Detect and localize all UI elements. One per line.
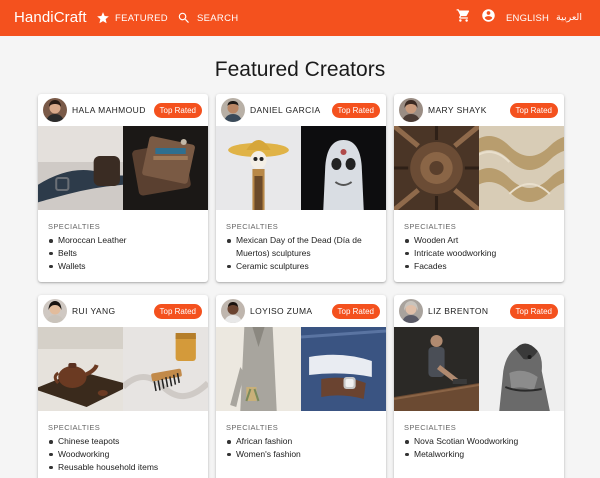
featured-nav-label: FEATURED: [115, 12, 168, 24]
specialty-item: Women's fashion: [226, 448, 376, 461]
top-rated-badge[interactable]: Top Rated: [153, 103, 202, 118]
search-nav-button[interactable]: SEARCH: [177, 8, 238, 28]
creator-name: RUI YANG: [72, 306, 116, 316]
star-icon: [96, 11, 110, 25]
specialties-label: SPECIALTIES: [404, 222, 457, 231]
specialties-list: Wooden Art Intricate woodworking Facades: [404, 234, 554, 272]
card-header: RUI YANG Top Rated: [38, 295, 208, 327]
language-arabic-button[interactable]: العربية: [556, 12, 582, 23]
specialty-item: Belts: [48, 247, 198, 260]
card-body: SPECIALTIES Wooden Art Intricate woodwor…: [394, 210, 564, 272]
product-photo-coat[interactable]: [216, 327, 301, 411]
specialties-list: Mexican Day of the Dead (Día de Muertos)…: [226, 234, 376, 272]
product-photo-teapot[interactable]: [38, 327, 123, 411]
specialty-item: Reusable household items: [48, 461, 198, 474]
specialties-label: SPECIALTIES: [226, 222, 279, 231]
card-body: SPECIALTIES African fashion Women's fash…: [216, 411, 386, 461]
specialties-label: SPECIALTIES: [48, 423, 101, 432]
cart-button[interactable]: [453, 8, 473, 28]
specialty-item: Facades: [404, 260, 554, 273]
top-rated-badge[interactable]: Top Rated: [509, 103, 558, 118]
app-bar: HandiCraft FEATURED SEARCH ENGLISH العرب…: [0, 0, 600, 36]
specialty-item: Wooden Art: [404, 234, 554, 247]
product-photos: [394, 327, 564, 411]
creator-card[interactable]: MARY SHAYK Top Rated SPECIALTIES Wooden …: [394, 94, 564, 282]
card-header: LIZ BRENTON Top Rated: [394, 295, 564, 327]
product-photos: [216, 327, 386, 411]
search-nav-label: SEARCH: [197, 12, 239, 24]
product-photo-facade[interactable]: [479, 126, 564, 210]
specialty-item: Mexican Day of the Dead (Día de Muertos)…: [226, 234, 376, 260]
specialty-item: Metalworking: [404, 448, 554, 461]
specialty-item: African fashion: [226, 435, 376, 448]
specialties-label: SPECIALTIES: [404, 423, 457, 432]
specialty-item: Nova Scotian Woodworking: [404, 435, 554, 448]
creator-card[interactable]: LIZ BRENTON Top Rated SPECIALTIES Nova S…: [394, 295, 564, 478]
creator-name: LIZ BRENTON: [428, 306, 489, 316]
product-photos: [38, 327, 208, 411]
card-body: SPECIALTIES Nova Scotian Woodworking Met…: [394, 411, 564, 461]
avatar: [221, 98, 245, 122]
search-icon: [177, 11, 191, 25]
creator-name: DANIEL GARCIA: [250, 105, 321, 115]
specialty-item: Ceramic sculptures: [226, 260, 376, 273]
top-rated-badge[interactable]: Top Rated: [331, 304, 380, 319]
creator-card[interactable]: DANIEL GARCIA Top Rated SPECIALTIES Mexi…: [216, 94, 386, 282]
specialties-label: SPECIALTIES: [48, 222, 101, 231]
avatar: [43, 98, 67, 122]
creator-name: MARY SHAYK: [428, 105, 487, 115]
shopping-cart-icon: [456, 8, 471, 28]
top-rated-badge[interactable]: Top Rated: [153, 304, 202, 319]
card-header: LOYISO ZUMA Top Rated: [216, 295, 386, 327]
product-photo-carving[interactable]: [394, 126, 479, 210]
product-photos: [216, 126, 386, 210]
brand-title[interactable]: HandiCraft: [14, 9, 87, 26]
card-body: SPECIALTIES Chinese teapots Woodworking …: [38, 411, 208, 473]
product-photos: [38, 126, 208, 210]
avatar: [399, 98, 423, 122]
product-photo-belt[interactable]: [38, 126, 123, 210]
creator-name: LOYISO ZUMA: [250, 306, 313, 316]
avatar: [221, 299, 245, 323]
avatar: [43, 299, 67, 323]
specialty-item: Moroccan Leather: [48, 234, 198, 247]
card-header: DANIEL GARCIA Top Rated: [216, 94, 386, 126]
creator-card[interactable]: LOYISO ZUMA Top Rated SPECIALTIES Africa…: [216, 295, 386, 478]
specialty-item: Chinese teapots: [48, 435, 198, 448]
card-header: HALA MAHMOUD Top Rated: [38, 94, 208, 126]
account-button[interactable]: [478, 8, 498, 28]
specialty-item: Woodworking: [48, 448, 198, 461]
page-title: Featured Creators: [214, 58, 386, 81]
product-photo-brush[interactable]: [123, 327, 208, 411]
creator-card[interactable]: RUI YANG Top Rated SPECIALTIES Chinese t…: [38, 295, 208, 478]
product-photo-shirt-watch[interactable]: [301, 327, 386, 411]
product-photo-workshop[interactable]: [394, 327, 479, 411]
product-photo-catrina[interactable]: [216, 126, 301, 210]
specialty-item: Wallets: [48, 260, 198, 273]
creator-card[interactable]: HALA MAHMOUD Top Rated SPECIALTIES Moroc…: [38, 94, 208, 282]
product-photos: [394, 126, 564, 210]
top-rated-badge[interactable]: Top Rated: [509, 304, 558, 319]
card-body: SPECIALTIES Mexican Day of the Dead (Día…: [216, 210, 386, 272]
product-photo-skull-figure[interactable]: [301, 126, 386, 210]
product-photo-sculpture[interactable]: [479, 327, 564, 411]
featured-nav-button[interactable]: FEATURED: [96, 8, 168, 28]
specialties-label: SPECIALTIES: [226, 423, 279, 432]
specialties-list: African fashion Women's fashion: [226, 435, 376, 461]
specialties-list: Chinese teapots Woodworking Reusable hou…: [48, 435, 198, 473]
account-circle-icon: [481, 8, 496, 28]
specialties-list: Nova Scotian Woodworking Metalworking: [404, 435, 554, 461]
top-rated-badge[interactable]: Top Rated: [331, 103, 380, 118]
card-header: MARY SHAYK Top Rated: [394, 94, 564, 126]
card-body: SPECIALTIES Moroccan Leather Belts Walle…: [38, 210, 208, 272]
product-photo-wallet[interactable]: [123, 126, 208, 210]
avatar: [399, 299, 423, 323]
language-english-button[interactable]: ENGLISH: [506, 13, 549, 24]
creator-name: HALA MAHMOUD: [72, 105, 146, 115]
specialties-list: Moroccan Leather Belts Wallets: [48, 234, 198, 272]
specialty-item: Intricate woodworking: [404, 247, 554, 260]
